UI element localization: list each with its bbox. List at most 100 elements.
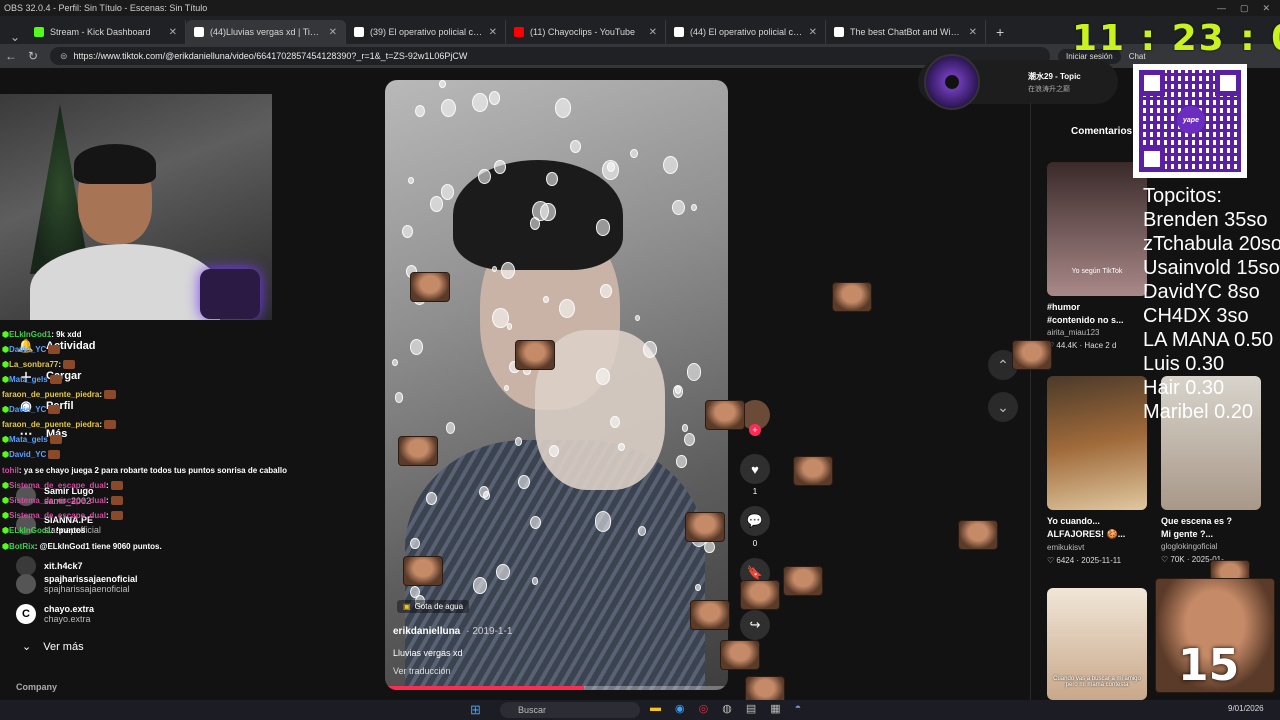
close-tab-icon[interactable]: ✕ — [489, 27, 497, 38]
close-button[interactable]: ✕ — [1262, 3, 1270, 14]
chat-text: : — [58, 360, 62, 369]
url-field[interactable]: ⊜ https://www.tiktok.com/@erikdanielluna… — [50, 47, 1050, 65]
chat-text: : !puntos — [51, 526, 86, 535]
water-drop — [439, 80, 446, 89]
floating-emote — [685, 512, 725, 542]
obs-icon[interactable]: ◍ — [722, 702, 732, 715]
maximize-button[interactable]: ▢ — [1240, 3, 1249, 14]
video-author[interactable]: erikdanielluna · 2019-1-1 — [393, 626, 512, 637]
ver-mas-button[interactable]: ⌄ Ver más — [22, 640, 84, 654]
chat-user: David_YC — [8, 345, 47, 354]
card-caption: Yo cuando... — [1047, 516, 1100, 526]
chat-user: La_sonbra77 — [8, 360, 59, 369]
streamelements-icon — [834, 27, 844, 37]
tab-tiktok-2[interactable]: (39) El operativo policial captur ✕ — [346, 20, 506, 44]
recommended-video-card[interactable]: Yo según TikTok #humor #contenido no s..… — [1047, 162, 1147, 350]
kick-badge-icon: ⬢ — [2, 496, 9, 505]
topcitos-leaderboard: Topcitos: Brenden 35so zTchabula 20so Us… — [1143, 184, 1280, 424]
close-tab-icon[interactable]: ✕ — [809, 27, 817, 38]
kick-badge-icon: ⬢ — [2, 542, 9, 551]
chat-user: David_YC — [8, 450, 47, 459]
video-player[interactable]: ▣ Gota de agua erikdanielluna · 2019-1-1 L… — [385, 80, 728, 690]
app-icon[interactable]: ▤ — [746, 702, 756, 715]
chat-message: ⬢Sistema_de_escape_dual: — [2, 511, 123, 521]
water-drop — [663, 155, 679, 174]
file-explorer-icon[interactable]: ▬ — [650, 702, 661, 715]
tab-tiktok-3[interactable]: (44) El operativo policial captur ✕ — [666, 20, 826, 44]
chat-user: Sistema_de_escape_dual — [8, 496, 106, 505]
avatar — [16, 574, 36, 594]
video-thumbnail: Cuando vas a buscar a mi amigo pero mi m… — [1047, 588, 1147, 700]
water-drop — [694, 584, 701, 592]
tiktok-icon — [354, 27, 364, 37]
tiktok-icon — [674, 27, 684, 37]
floating-emote — [740, 580, 780, 610]
music-subtitle: 在浪涛升之巅 — [1028, 85, 1070, 93]
close-tab-icon[interactable]: ✕ — [329, 27, 337, 38]
taskbar-search[interactable]: Buscar — [500, 702, 640, 718]
taskbar-date: 9/01/2026 — [1228, 704, 1264, 713]
chat-text: : @ELkInGod1 tiene 9060 puntos. — [34, 542, 162, 551]
video-description: Lluvias vergas xd — [393, 648, 463, 658]
tab-comentarios[interactable]: Comentarios — [1071, 126, 1132, 137]
video-progress-bar[interactable] — [385, 686, 728, 690]
discord-icon[interactable]: ◓ — [795, 702, 802, 715]
tab-kick[interactable]: Stream - Kick Dashboard ✕ — [26, 20, 186, 44]
close-tab-icon[interactable]: ✕ — [969, 27, 977, 38]
company-link[interactable]: Company — [16, 682, 57, 692]
comment-button[interactable]: 💬 0 — [738, 506, 772, 548]
like-count: 1 — [752, 487, 758, 496]
reload-icon[interactable]: ↻ — [22, 49, 44, 63]
close-tab-icon[interactable]: ✕ — [169, 27, 177, 38]
close-tab-icon[interactable]: ✕ — [649, 27, 657, 38]
card-meta: ♡ 44.4K · Hace 2 d — [1047, 341, 1117, 350]
water-drop — [634, 314, 640, 321]
minimize-button[interactable]: — — [1217, 3, 1226, 14]
comment-icon: 💬 — [740, 506, 770, 536]
chat-user: Mata_gels — [8, 435, 48, 444]
chat-message: ⬢La_sonbra77: — [2, 360, 76, 370]
chat-user: Sistema_de_escape_dual — [8, 511, 106, 520]
kick-icon — [34, 27, 44, 37]
kick-badge-icon: ⬢ — [2, 481, 9, 490]
chat-message: tohil: ya se chayo juega 2 para robarte … — [2, 466, 287, 475]
site-info-icon[interactable]: ⊜ — [60, 51, 68, 62]
recommended-video-card[interactable]: Yo cuando... ALFAJORES! 🍪... emikukisvt … — [1047, 376, 1147, 565]
edge-icon[interactable]: ◉ — [675, 702, 685, 715]
account-item[interactable]: xit.h4ck7 — [16, 556, 83, 576]
video-thumbnail — [1047, 376, 1147, 510]
water-drop — [690, 204, 697, 212]
chat-text: : 9k xdd — [51, 330, 82, 339]
opera-icon[interactable]: ◎ — [699, 702, 709, 715]
account-item[interactable]: spajharissajaenoficial spajharissajaenofi… — [16, 574, 138, 594]
windows-start-icon[interactable]: ⊞ — [470, 702, 484, 717]
emote-icon — [104, 420, 117, 430]
app-icon[interactable]: ▦ — [770, 702, 780, 715]
kick-badge-icon: ⬢ — [2, 511, 9, 520]
overlay-number: 15 — [1178, 640, 1240, 691]
leaderboard-row: zTchabula 20so — [1143, 233, 1280, 255]
recommended-video-card[interactable]: Cuando vas a buscar a mi amigo pero mi m… — [1047, 588, 1147, 700]
account-item[interactable]: Cchayo.extra chayo.extra — [16, 604, 94, 624]
water-drop — [529, 515, 541, 530]
water-drop — [684, 432, 696, 446]
chat-message: ⬢David_YC — [2, 405, 61, 415]
like-button[interactable]: ♥ 1 — [738, 454, 772, 496]
effect-badge[interactable]: ▣ Gota de agua — [397, 600, 470, 613]
follow-plus-icon[interactable]: + — [749, 424, 761, 436]
emote-icon — [48, 345, 61, 355]
tab-list-icon[interactable]: ⌄ — [4, 30, 26, 44]
next-video-button[interactable]: ⌄ — [988, 392, 1018, 422]
new-tab-button[interactable]: + — [986, 20, 1014, 44]
video-progress-fill — [385, 686, 584, 690]
back-icon[interactable]: ← — [0, 49, 22, 63]
emote-icon — [48, 450, 61, 460]
chat-message: faraon_de_puente_piedra: — [2, 420, 117, 430]
tab-tiktok-active[interactable]: (44)Lluvias vergas xd | TikTok ✕ — [186, 20, 346, 44]
chat-user: faraon_de_puente_piedra — [2, 420, 100, 429]
leaderboard-row: Brenden 35so — [1143, 209, 1268, 231]
tab-chatbot[interactable]: The best ChatBot and Widgets for ✕ — [826, 20, 986, 44]
tab-youtube[interactable]: (11) Chayoclips - YouTube ✕ — [506, 20, 666, 44]
music-chip[interactable]: 潮水29 - Topic 在浪涛升之巅 — [918, 54, 1118, 110]
see-translation-link[interactable]: Ver traducción — [393, 666, 451, 676]
